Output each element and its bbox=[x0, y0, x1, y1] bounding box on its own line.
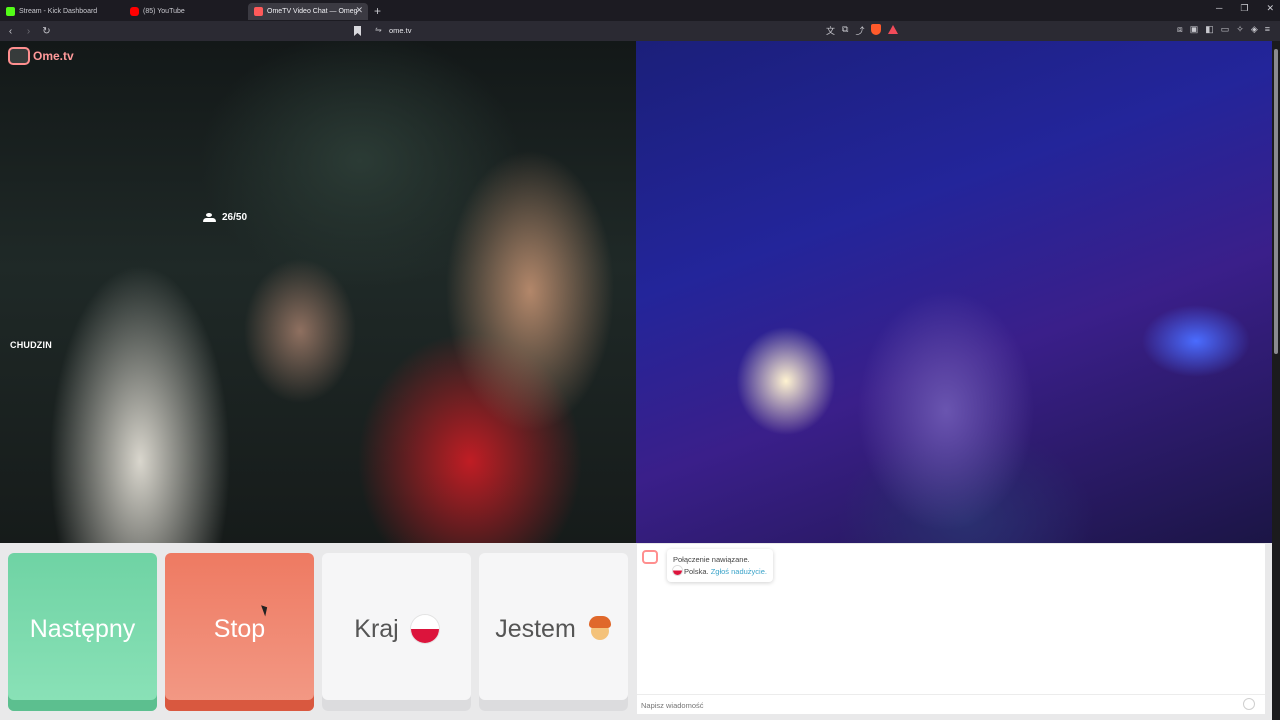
forward-icon[interactable]: › bbox=[21, 26, 36, 37]
browser-tabbar: Stream - Kick Dashboard (85) YouTube Ome… bbox=[0, 0, 1280, 21]
country-label: Kraj bbox=[354, 614, 399, 643]
restore-icon[interactable]: ❐ bbox=[1240, 3, 1248, 14]
report-abuse-link[interactable]: Zgłoś nadużycie. bbox=[711, 567, 767, 576]
country-button[interactable]: Kraj bbox=[322, 553, 471, 711]
tab-label: OmeTV Video Chat — Omeg bbox=[267, 7, 358, 15]
close-tab-icon[interactable]: ✕ bbox=[355, 5, 363, 16]
system-message: Połączenie nawiązane. Polska. Zgłoś nadu… bbox=[667, 549, 773, 582]
browser-navbar: ‹ › ↻ ⇋ ome.tv 文 ⧉ ⤴ ⧈ ▣ ◧ ▭ ✧ ◈ ≡ bbox=[0, 21, 1280, 41]
chat-tv-logo-icon bbox=[642, 550, 658, 564]
new-tab-button[interactable]: + bbox=[374, 4, 381, 18]
ometv-favicon-icon bbox=[254, 6, 263, 16]
site-info-icon[interactable]: ⇋ bbox=[375, 25, 382, 34]
tab-youtube[interactable]: (85) YouTube bbox=[124, 3, 248, 20]
tab-ometv[interactable]: OmeTV Video Chat — Omeg ✕ bbox=[248, 2, 368, 20]
self-video bbox=[636, 41, 1272, 543]
minimize-icon[interactable]: ─ bbox=[1216, 3, 1222, 14]
brave-rewards-icon[interactable] bbox=[888, 25, 899, 34]
window-controls: ─ ❐ ✕ bbox=[1216, 3, 1274, 14]
chat-input-bar bbox=[637, 694, 1265, 714]
close-window-icon[interactable]: ✕ bbox=[1266, 3, 1274, 14]
page-content: Ome.tv 26/50 CHUDZIN Następny Stop Kraj … bbox=[0, 41, 1280, 720]
next-button[interactable]: Następny bbox=[8, 553, 157, 711]
scrollbar-thumb[interactable] bbox=[1274, 49, 1278, 354]
poland-flag-small-icon bbox=[673, 566, 682, 575]
gender-label: Jestem bbox=[495, 614, 576, 643]
online-count: 26/50 bbox=[222, 212, 248, 223]
address-bar-actions: 文 ⧉ ⤴ bbox=[826, 24, 899, 37]
translate-icon[interactable]: 文 bbox=[826, 24, 835, 37]
sidebar-icon[interactable]: ◧ bbox=[1205, 24, 1214, 35]
youtube-favicon-icon bbox=[130, 6, 139, 16]
menu-icon[interactable]: ≡ bbox=[1265, 24, 1270, 35]
extensions-icon[interactable]: ⧈ bbox=[1177, 24, 1183, 35]
tv-logo-icon bbox=[8, 47, 30, 65]
tab-label: Stream - Kick Dashboard bbox=[19, 7, 98, 15]
open-external-icon[interactable]: ⧉ bbox=[842, 24, 848, 37]
ometv-logo: Ome.tv bbox=[8, 47, 74, 65]
wallet-icon[interactable]: ▭ bbox=[1221, 24, 1230, 35]
brave-shields-icon[interactable] bbox=[871, 24, 882, 35]
page-scrollbar[interactable] bbox=[1272, 41, 1280, 720]
tab-kick-dashboard[interactable]: Stream - Kick Dashboard bbox=[0, 3, 124, 20]
share-icon[interactable]: ⤴ bbox=[855, 24, 864, 37]
partner-country: Polska. bbox=[684, 567, 709, 576]
back-icon[interactable]: ‹ bbox=[3, 26, 18, 37]
url-bar[interactable]: ome.tv bbox=[389, 26, 412, 35]
reload-icon[interactable]: ↻ bbox=[39, 26, 54, 37]
connection-status: Połączenie nawiązane. bbox=[673, 555, 750, 564]
streamer-overlay-name: CHUDZIN bbox=[10, 340, 52, 350]
stop-button[interactable]: Stop bbox=[165, 553, 314, 711]
gender-button[interactable]: Jestem bbox=[479, 553, 628, 711]
online-counter: 26/50 bbox=[203, 212, 247, 223]
chat-panel: Połączenie nawiązane. Polska. Zgłoś nadu… bbox=[637, 544, 1265, 714]
stop-label: Stop bbox=[213, 614, 266, 643]
poland-flag-icon bbox=[410, 615, 439, 643]
boy-face-icon bbox=[588, 616, 612, 642]
logo-text: Ome.tv bbox=[33, 49, 74, 63]
chat-message-input[interactable] bbox=[641, 699, 1231, 711]
vpn-icon[interactable]: ◈ bbox=[1251, 24, 1258, 35]
toolbar-actions: ⧈ ▣ ◧ ▭ ✧ ◈ ≡ bbox=[1177, 24, 1270, 35]
screenshot-icon[interactable]: ▣ bbox=[1190, 24, 1199, 35]
bookmark-icon[interactable] bbox=[354, 26, 361, 36]
tab-label: (85) YouTube bbox=[143, 7, 185, 15]
kick-favicon-icon bbox=[6, 6, 15, 16]
next-label: Następny bbox=[29, 614, 136, 643]
users-icon bbox=[203, 213, 216, 222]
partner-video: Ome.tv 26/50 CHUDZIN bbox=[0, 41, 636, 543]
leo-ai-icon[interactable]: ✧ bbox=[1236, 24, 1244, 35]
emoji-icon[interactable] bbox=[1243, 698, 1255, 710]
